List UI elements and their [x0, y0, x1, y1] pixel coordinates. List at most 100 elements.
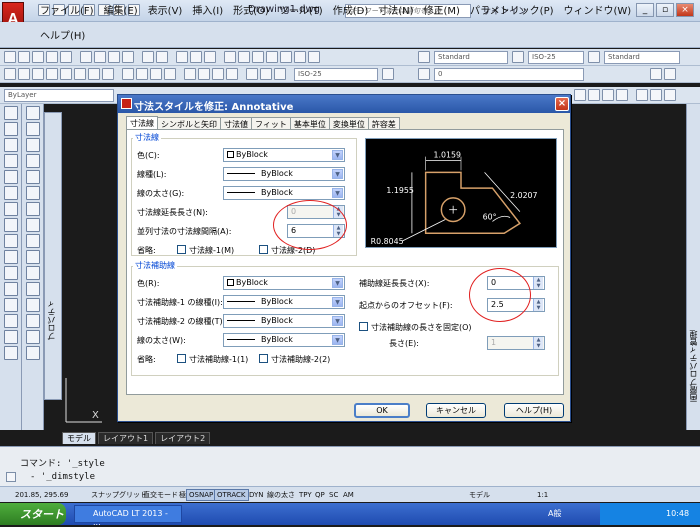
menu-tools[interactable]: ツール(T) — [279, 2, 323, 17]
arc-draw-icon[interactable] — [25, 186, 40, 200]
layer-properties-icon[interactable] — [418, 68, 430, 80]
start-button[interactable]: スタート — [0, 503, 66, 525]
dim-style-icon[interactable] — [512, 51, 524, 63]
point-icon[interactable] — [25, 298, 40, 312]
menu-insert[interactable]: 挿入(I) — [192, 2, 223, 17]
jogged-linear-icon[interactable] — [226, 68, 238, 80]
table-icon[interactable] — [664, 89, 676, 101]
close-button[interactable]: × — [676, 3, 694, 17]
model-space-toggle[interactable]: モデル — [466, 489, 493, 501]
dim-style-manager-icon[interactable] — [382, 68, 394, 80]
table-style-combo[interactable]: Standard — [604, 51, 680, 64]
help-icon[interactable] — [308, 51, 320, 63]
annotation-scale[interactable]: 1:1 — [534, 489, 551, 501]
jogged-icon[interactable] — [74, 68, 86, 80]
properties-palette[interactable] — [44, 112, 62, 400]
menu-view[interactable]: 表示(V) — [148, 2, 183, 17]
stretch-icon[interactable] — [3, 234, 18, 248]
undo-icon[interactable] — [142, 51, 154, 63]
zoom-previous-icon[interactable] — [204, 51, 216, 63]
layer-previous-icon[interactable] — [664, 68, 676, 80]
cut-icon[interactable] — [80, 51, 92, 63]
linear-dim-icon[interactable] — [4, 68, 16, 80]
line-icon[interactable] — [574, 89, 586, 101]
tool-palettes-icon[interactable] — [252, 51, 264, 63]
dim-style-combo-2[interactable]: ISO-25 — [294, 68, 378, 81]
tab-layout1[interactable]: レイアウト1 — [98, 432, 154, 444]
match-properties-icon[interactable] — [122, 51, 134, 63]
fixed-length-checkbox[interactable] — [359, 322, 368, 331]
revcloud-icon[interactable] — [25, 218, 40, 232]
redo-icon[interactable] — [156, 51, 168, 63]
polygon-icon[interactable] — [25, 154, 40, 168]
text-style-icon[interactable] — [418, 51, 430, 63]
fillet-icon[interactable] — [3, 330, 18, 344]
menu-modify[interactable]: 修正(M) — [424, 2, 460, 17]
hatch-draw-icon[interactable] — [25, 314, 40, 328]
offset-icon[interactable] — [3, 154, 18, 168]
rotate-icon[interactable] — [3, 202, 18, 216]
ordinate-icon[interactable] — [46, 68, 58, 80]
polyline-draw-icon[interactable] — [25, 138, 40, 152]
command-menu-icon[interactable] — [6, 472, 16, 482]
tolerance-icon[interactable] — [184, 68, 196, 80]
move-icon[interactable] — [3, 186, 18, 200]
construction-line-icon[interactable] — [25, 122, 40, 136]
dimline-linetype-combo[interactable]: ByBlock ▼ — [223, 167, 345, 181]
command-input[interactable]: - '_dimstyle — [30, 472, 95, 482]
inspection-icon[interactable] — [212, 68, 224, 80]
rectangle-icon[interactable] — [25, 170, 40, 184]
dimline-color-combo[interactable]: ByBlock ▼ — [223, 148, 345, 162]
markup-icon[interactable] — [280, 51, 292, 63]
dim-edit-icon[interactable] — [246, 68, 258, 80]
circle-draw-icon[interactable] — [25, 202, 40, 216]
tab-layout2[interactable]: レイアウト2 — [155, 432, 211, 444]
cancel-button[interactable]: キャンセル — [426, 403, 486, 418]
circle-icon[interactable] — [602, 89, 614, 101]
join-icon[interactable] — [3, 298, 18, 312]
menu-format[interactable]: 形式(O) — [233, 2, 269, 17]
sheet-set-icon[interactable] — [266, 51, 278, 63]
design-center-icon[interactable] — [238, 51, 250, 63]
preview-icon[interactable] — [60, 51, 72, 63]
text-style-combo[interactable]: Standard — [434, 51, 508, 64]
aligned-dim-icon[interactable] — [18, 68, 30, 80]
extline1-linetype-combo[interactable]: ByBlock ▼ — [223, 295, 345, 309]
lineweight-toggle[interactable]: 線の太さ — [264, 489, 298, 501]
dim-space-icon[interactable] — [164, 68, 176, 80]
diameter-icon[interactable] — [88, 68, 100, 80]
suppress-dimline2-checkbox[interactable] — [259, 245, 268, 254]
baseline-icon[interactable] — [136, 68, 148, 80]
taskbar-autocad[interactable]: AutoCAD LT 2013 - ... — [74, 505, 182, 527]
otrack-toggle[interactable]: OTRACK — [214, 489, 249, 501]
suppress-dimline1-checkbox[interactable] — [177, 245, 186, 254]
table-style-icon[interactable] — [588, 51, 600, 63]
osnap-toggle[interactable]: OSNAP — [186, 489, 217, 501]
text-icon[interactable] — [650, 89, 662, 101]
erase-icon[interactable] — [3, 106, 18, 120]
menu-file[interactable]: ファイル(F) — [40, 2, 94, 17]
dim-style-combo[interactable]: ISO-25 — [528, 51, 584, 64]
open-icon[interactable] — [18, 51, 30, 63]
make-block-icon[interactable] — [25, 282, 40, 296]
tab-model[interactable]: モデル — [62, 432, 96, 444]
menu-parametric[interactable]: パラメトリック(P) — [470, 2, 554, 17]
paste-icon[interactable] — [108, 51, 120, 63]
angular-icon[interactable] — [102, 68, 114, 80]
extline-lineweight-combo[interactable]: ByBlock ▼ — [223, 333, 345, 347]
polyline-icon[interactable] — [588, 89, 600, 101]
calculator-icon[interactable] — [294, 51, 306, 63]
menu-edit[interactable]: 編集(E) — [104, 2, 138, 17]
ime-indicator[interactable]: A般 — [548, 508, 561, 519]
extend-icon[interactable] — [3, 266, 18, 280]
extline2-linetype-combo[interactable]: ByBlock ▼ — [223, 314, 345, 328]
center-mark-icon[interactable] — [198, 68, 210, 80]
spline-icon[interactable] — [25, 234, 40, 248]
copy-icon[interactable] — [94, 51, 106, 63]
dim-update-icon[interactable] — [274, 68, 286, 80]
suppress-extline1-checkbox[interactable] — [177, 354, 186, 363]
new-icon[interactable] — [4, 51, 16, 63]
menu-dimension[interactable]: 寸法(N) — [378, 2, 413, 17]
mtext-icon[interactable] — [25, 346, 40, 360]
quick-dim-icon[interactable] — [122, 68, 134, 80]
